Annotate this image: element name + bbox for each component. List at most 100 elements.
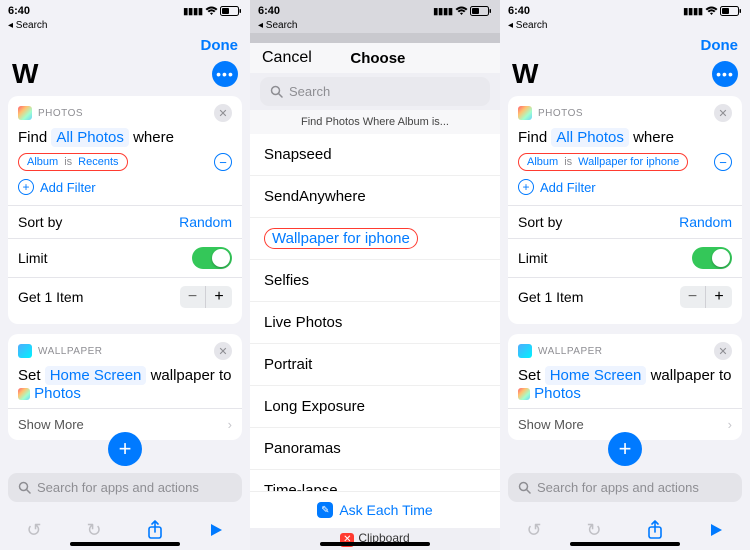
phone-right: 6:40 ▮▮▮▮ ◂ Search Done W ••• PHOTOS ✕ bbox=[500, 0, 750, 550]
stepper-plus[interactable]: + bbox=[206, 286, 232, 308]
plus-icon: + bbox=[518, 179, 534, 195]
photos-variable[interactable]: Photos bbox=[34, 385, 81, 402]
stepper-minus[interactable]: − bbox=[680, 286, 706, 308]
picker-item[interactable]: Selfies bbox=[250, 260, 500, 302]
action-search[interactable]: Search for apps and actions bbox=[508, 473, 742, 502]
limit-row: Limit bbox=[18, 239, 232, 277]
show-more-button[interactable]: Show More › bbox=[518, 409, 732, 432]
picker-item[interactable]: Time-lapse bbox=[250, 470, 500, 491]
actions-content: PHOTOS ✕ Find All Photos where Album is … bbox=[500, 96, 750, 473]
add-action-fab[interactable]: + bbox=[608, 432, 642, 466]
remove-action-button[interactable]: ✕ bbox=[714, 104, 732, 122]
sort-by-row[interactable]: Sort by Random bbox=[518, 206, 732, 238]
back-to-search[interactable]: ◂ Search bbox=[0, 20, 250, 33]
photos-variable[interactable]: Photos bbox=[534, 385, 581, 402]
limit-row: Limit bbox=[518, 239, 732, 277]
shortcut-title[interactable]: W bbox=[512, 58, 538, 90]
redo-icon[interactable]: ↻ bbox=[87, 520, 102, 541]
picker-item[interactable]: Live Photos bbox=[250, 302, 500, 344]
home-indicator[interactable] bbox=[570, 542, 680, 546]
action-search[interactable]: Search for apps and actions bbox=[8, 473, 242, 502]
picker-item[interactable]: SendAnywhere bbox=[250, 176, 500, 218]
shortcut-title[interactable]: W bbox=[12, 58, 38, 90]
picker-item[interactable]: Long Exposure bbox=[250, 386, 500, 428]
run-icon[interactable] bbox=[708, 522, 724, 538]
run-icon[interactable] bbox=[208, 522, 224, 538]
battery-icon bbox=[470, 6, 492, 16]
item-stepper[interactable]: − + bbox=[680, 286, 732, 308]
ask-each-time-button[interactable]: ✎ Ask Each Time bbox=[250, 491, 500, 528]
status-time: 6:40 bbox=[508, 5, 530, 17]
photos-var-icon bbox=[518, 388, 530, 400]
add-action-fab[interactable]: + bbox=[108, 432, 142, 466]
cancel-button[interactable]: Cancel bbox=[262, 49, 312, 67]
add-filter-button[interactable]: + Add Filter bbox=[518, 179, 732, 195]
sort-value[interactable]: Random bbox=[679, 214, 732, 230]
phone-middle: 6:40 ▮▮▮▮ ◂ Search Cancel Choose Search … bbox=[250, 0, 500, 550]
nav-bar: Done bbox=[500, 33, 750, 58]
photos-action-card: PHOTOS ✕ Find All Photos where Album is … bbox=[8, 96, 242, 324]
sort-value[interactable]: Random bbox=[179, 214, 232, 230]
sort-by-row[interactable]: Sort by Random bbox=[18, 206, 232, 238]
share-icon[interactable] bbox=[147, 520, 163, 540]
wifi-icon bbox=[705, 6, 718, 16]
back-to-search[interactable]: ◂ Search bbox=[250, 20, 500, 33]
search-icon bbox=[270, 85, 283, 98]
picker-item[interactable]: Portrait bbox=[250, 344, 500, 386]
all-photos-token[interactable]: All Photos bbox=[51, 128, 129, 147]
picker-title: Choose bbox=[312, 50, 444, 67]
find-photos-row[interactable]: Find All Photos where bbox=[518, 128, 732, 147]
battery-icon bbox=[720, 6, 742, 16]
picker-search[interactable]: Search bbox=[260, 77, 490, 106]
ask-icon: ✎ bbox=[317, 502, 333, 518]
redo-icon[interactable]: ↻ bbox=[587, 520, 602, 541]
album-filter-pill[interactable]: Album is Recents bbox=[18, 153, 128, 171]
home-screen-token[interactable]: Home Screen bbox=[545, 366, 647, 385]
title-row: W ••• bbox=[0, 58, 250, 96]
picker-item[interactable]: Wallpaper for iphone bbox=[250, 218, 500, 260]
stepper-plus[interactable]: + bbox=[706, 286, 732, 308]
home-indicator[interactable] bbox=[320, 542, 430, 546]
album-picker-list: SnapseedSendAnywhereWallpaper for iphone… bbox=[250, 134, 500, 491]
photos-app-icon bbox=[518, 106, 532, 120]
show-more-button[interactable]: Show More › bbox=[18, 409, 232, 432]
clipboard-button[interactable]: ✕Clipboard bbox=[250, 528, 500, 550]
photos-card-label: PHOTOS bbox=[538, 108, 583, 119]
remove-action-button[interactable]: ✕ bbox=[214, 342, 232, 360]
album-filter-pill[interactable]: Album is Wallpaper for iphone bbox=[518, 153, 688, 171]
remove-filter-button[interactable]: − bbox=[714, 153, 732, 171]
remove-action-button[interactable]: ✕ bbox=[214, 104, 232, 122]
picker-item[interactable]: Snapseed bbox=[250, 134, 500, 176]
photos-var-icon bbox=[18, 388, 30, 400]
status-bar: 6:40 ▮▮▮▮ bbox=[500, 0, 750, 20]
done-button[interactable]: Done bbox=[701, 37, 739, 54]
more-button[interactable]: ••• bbox=[212, 61, 238, 87]
all-photos-token[interactable]: All Photos bbox=[551, 128, 629, 147]
picker-item[interactable]: Panoramas bbox=[250, 428, 500, 470]
undo-icon[interactable]: ↺ bbox=[26, 520, 41, 541]
search-icon bbox=[518, 481, 531, 494]
photos-app-icon bbox=[18, 106, 32, 120]
wallpaper-card-label: WALLPAPER bbox=[38, 346, 103, 357]
limit-toggle[interactable] bbox=[692, 247, 732, 269]
home-screen-token[interactable]: Home Screen bbox=[45, 366, 147, 385]
remove-action-button[interactable]: ✕ bbox=[714, 342, 732, 360]
wallpaper-app-icon bbox=[518, 344, 532, 358]
item-stepper[interactable]: − + bbox=[180, 286, 232, 308]
set-wallpaper-row[interactable]: Set Home Screen wallpaper to Photos bbox=[18, 366, 232, 402]
sheet-backdrop bbox=[250, 33, 500, 43]
stepper-minus[interactable]: − bbox=[180, 286, 206, 308]
limit-toggle[interactable] bbox=[192, 247, 232, 269]
find-photos-row[interactable]: Find All Photos where bbox=[18, 128, 232, 147]
more-button[interactable]: ••• bbox=[712, 61, 738, 87]
undo-icon[interactable]: ↺ bbox=[526, 520, 541, 541]
status-indicators: ▮▮▮▮ bbox=[433, 6, 492, 17]
wallpaper-action-card: WALLPAPER ✕ Set Home Screen wallpaper to… bbox=[8, 334, 242, 440]
back-to-search[interactable]: ◂ Search bbox=[500, 20, 750, 33]
remove-filter-button[interactable]: − bbox=[214, 153, 232, 171]
set-wallpaper-row[interactable]: Set Home Screen wallpaper to Photos bbox=[518, 366, 732, 402]
add-filter-button[interactable]: + Add Filter bbox=[18, 179, 232, 195]
home-indicator[interactable] bbox=[70, 542, 180, 546]
done-button[interactable]: Done bbox=[201, 37, 239, 54]
share-icon[interactable] bbox=[647, 520, 663, 540]
